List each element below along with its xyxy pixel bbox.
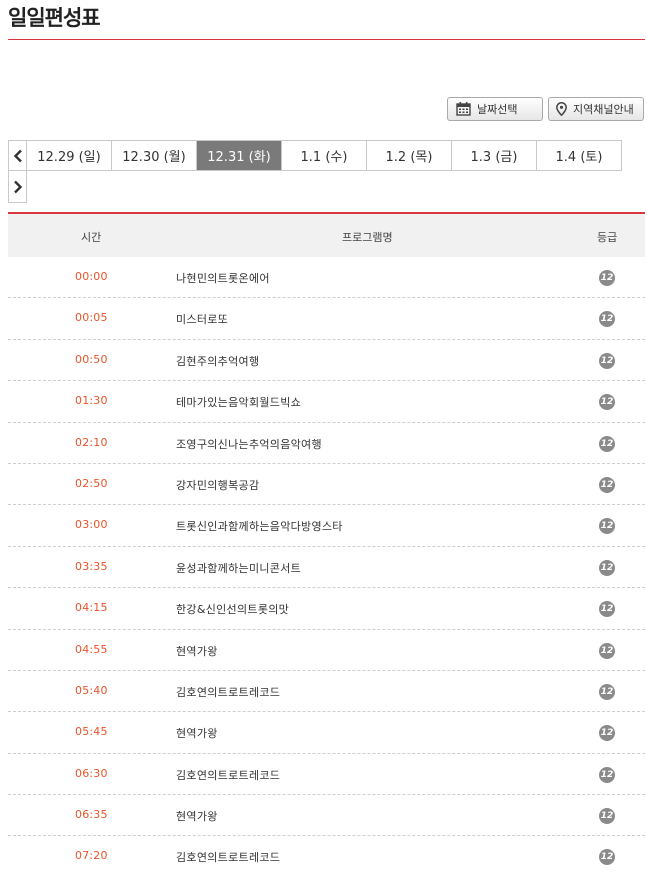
date-tab-active[interactable]: 12.31 (화) [197, 140, 282, 171]
row-program-name: 미스터로또 [176, 313, 229, 327]
row-time: 02:50 [75, 476, 108, 490]
header-time: 시간 [81, 231, 102, 244]
age-rating-12-icon: 12 [599, 435, 615, 452]
age-rating-12-icon: 12 [599, 642, 615, 659]
row-program-name: 테마가있는음악회월드빅쇼 [176, 396, 302, 410]
date-tab[interactable]: 12.29 (일) [27, 140, 112, 171]
row-program-name: 현역가왕 [176, 727, 218, 741]
row-program-name: 조영구의신나는추억의음악여행 [176, 437, 322, 451]
table-row: 00:00 나현민의트롯온에어 12 [8, 257, 645, 299]
age-rating-12-icon: 12 [599, 518, 615, 535]
age-rating-12-icon: 12 [599, 766, 615, 783]
date-select-button[interactable]: 날짜선택 [447, 97, 543, 121]
row-program-name: 윤성과함께하는미니콘서트 [176, 561, 302, 575]
table-row: 01:30 테마가있는음악회월드빅쇼 12 [8, 381, 645, 423]
row-time: 01:30 [75, 394, 108, 408]
table-row: 07:20 김호연의트로트레코드 12 [8, 836, 645, 873]
row-time: 06:35 [75, 808, 108, 822]
row-time: 03:35 [75, 559, 108, 573]
date-tab[interactable]: 1.4 (토) [537, 140, 622, 171]
table-row: 02:50 강자민의행복공감 12 [8, 464, 645, 506]
toolbar: 날짜선택 지역채널안내 [447, 97, 644, 121]
chevron-right-icon [13, 180, 22, 193]
row-time: 00:05 [75, 311, 108, 325]
age-rating-12-icon: 12 [599, 601, 615, 618]
title-divider [8, 39, 645, 40]
map-pin-icon [556, 102, 567, 116]
table-row: 00:05 미스터로또 12 [8, 298, 645, 340]
age-rating-12-icon: 12 [599, 476, 615, 493]
row-program-name: 나현민의트롯온에어 [176, 272, 270, 285]
date-select-label: 날짜선택 [477, 103, 518, 116]
row-time: 05:40 [75, 683, 108, 697]
row-program-name: 김호연의트로트레코드 [176, 851, 281, 865]
table-row: 03:35 윤성과함께하는미니콘서트 12 [8, 547, 645, 589]
date-tab[interactable]: 1.2 (목) [367, 140, 452, 171]
age-rating-12-icon: 12 [599, 559, 615, 576]
age-rating-12-icon: 12 [599, 352, 615, 369]
row-time: 04:15 [75, 601, 108, 615]
date-tab[interactable]: 1.1 (수) [282, 140, 367, 171]
age-rating-12-icon: 12 [599, 725, 615, 742]
row-time: 03:00 [75, 518, 108, 532]
row-time: 07:20 [75, 849, 108, 863]
row-program-name: 한강&신인선의트롯의맛 [176, 603, 290, 617]
table-row: 00:50 김현주의추억여행 12 [8, 340, 645, 382]
table-row: 06:30 김호연의트로트레코드 12 [8, 754, 645, 796]
row-time: 06:30 [75, 766, 108, 780]
age-rating-12-icon: 12 [599, 311, 615, 328]
row-program-name: 김호연의트로트레코드 [176, 768, 281, 782]
row-time: 04:55 [75, 642, 108, 656]
table-row: 06:35 현역가왕 12 [8, 795, 645, 837]
calendar-icon [456, 102, 471, 116]
table-row: 05:45 현역가왕 12 [8, 712, 645, 754]
row-program-name: 트롯신인과함께하는음악다방영스타 [176, 520, 343, 534]
age-rating-12-icon: 12 [599, 683, 615, 700]
date-tab[interactable]: 1.3 (금) [452, 140, 537, 171]
row-program-name: 현역가왕 [176, 810, 218, 824]
next-date-button[interactable] [8, 171, 27, 203]
page-title: 일일편성표 [8, 6, 101, 30]
row-time: 02:10 [75, 435, 108, 449]
row-program-name: 현역가왕 [176, 644, 218, 658]
prev-date-button[interactable] [8, 140, 27, 171]
table-row: 04:15 한강&신인선의트롯의맛 12 [8, 588, 645, 630]
row-time: 05:45 [75, 725, 108, 739]
date-tab[interactable]: 12.30 (월) [112, 140, 197, 171]
region-channel-button[interactable]: 지역채널안내 [548, 97, 644, 121]
table-row: 03:00 트롯신인과함께하는음악다방영스타 12 [8, 505, 645, 547]
chevron-left-icon [13, 149, 22, 162]
table-row: 05:40 김호연의트로트레코드 12 [8, 671, 645, 713]
header-grade: 등급 [597, 231, 618, 244]
table-row: 04:55 현역가왕 12 [8, 630, 645, 671]
table-row: 02:10 조영구의신나는추억의음악여행 12 [8, 423, 645, 464]
region-channel-label: 지역채널안내 [573, 103, 634, 116]
row-time: 00:50 [75, 352, 108, 366]
age-rating-12-icon: 12 [599, 808, 615, 825]
age-rating-12-icon: 12 [599, 394, 615, 411]
row-program-name: 김현주의추억여행 [176, 354, 260, 368]
row-program-name: 강자민의행복공감 [176, 478, 260, 492]
age-rating-12-icon: 12 [599, 270, 615, 286]
age-rating-12-icon: 12 [599, 849, 615, 866]
date-tabs: 12.29 (일) 12.30 (월) 12.31 (화) 1.1 (수) 1.… [8, 140, 622, 171]
header-program: 프로그램명 [342, 231, 393, 244]
row-program-name: 김호연의트로트레코드 [176, 685, 281, 699]
row-time: 00:00 [75, 270, 108, 283]
schedule-list: 00:00 나현민의트롯온에어 12 00:05 미스터로또 12 00:50 김현주의추억여… [8, 257, 645, 873]
table-header: 시간 프로그램명 등급 [8, 214, 645, 257]
